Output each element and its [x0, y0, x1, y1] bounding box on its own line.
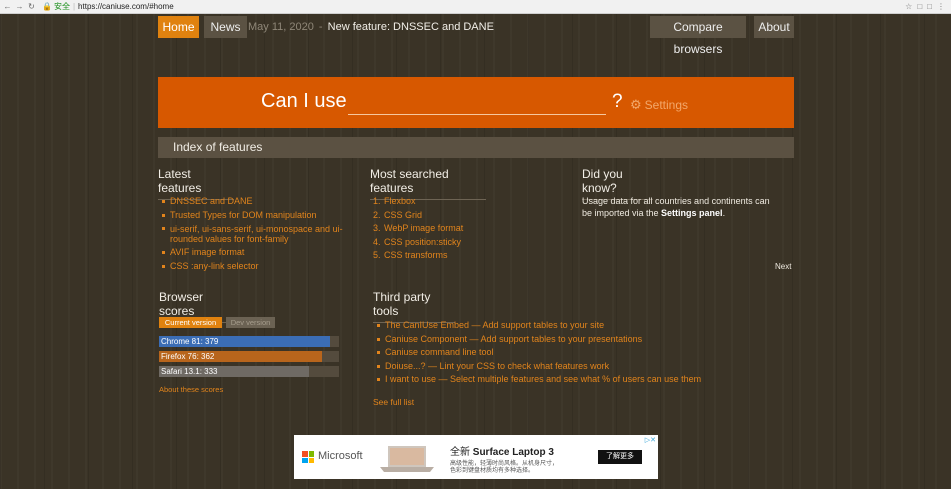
most-searched-list: 1. Flexbox 2. CSS Grid 3. WebP image format… [373, 195, 573, 263]
feature-link[interactable]: Trusted Types for DOM manipulation [170, 210, 317, 220]
list-item[interactable]: Caniuse Component — Add support tables t… [375, 333, 705, 347]
feature-link[interactable]: CSS Grid [384, 210, 422, 220]
gear-icon: ⚙ [630, 97, 642, 112]
score-bar-firefox[interactable]: Firefox 76: 362 [159, 351, 339, 362]
url-separator: | [72, 2, 76, 11]
feature-link[interactable]: CSS position:sticky [384, 237, 461, 247]
extension-icon[interactable]: □ [927, 2, 932, 11]
about-scores-link[interactable]: About these scores [159, 385, 223, 394]
feature-link[interactable]: WebP image format [384, 223, 463, 233]
lock-icon: 🔒 [42, 2, 52, 11]
search-label: Can I use [261, 90, 347, 112]
feature-link[interactable]: Flexbox [384, 196, 416, 206]
score-bar-chrome[interactable]: Chrome 81: 379 [159, 336, 339, 347]
did-you-know-text: Usage data for all countries and contine… [582, 195, 782, 219]
ad-learn-more-button[interactable]: 了解更多 [598, 450, 642, 464]
rank-number: 3. [373, 223, 381, 233]
tool-link[interactable]: Caniuse command line tool [385, 347, 494, 357]
list-item[interactable]: 5. CSS transforms [373, 249, 573, 263]
bookmark-star-icon[interactable]: ☆ [905, 2, 912, 11]
nav-compare-browsers-button[interactable]: Compare browsers [650, 16, 746, 56]
nav-about-button[interactable]: About [754, 16, 794, 38]
dyk-text-after: . [722, 208, 726, 218]
reload-icon[interactable]: ↻ [27, 2, 36, 11]
list-item[interactable]: ui-serif, ui-sans-serif, ui-monospace an… [160, 222, 358, 246]
back-icon[interactable]: ← [3, 2, 12, 11]
tool-link[interactable]: Doiuse...? — Lint your CSS to check what… [385, 361, 609, 371]
rank-number: 1. [373, 196, 381, 206]
forward-icon[interactable]: → [15, 2, 24, 11]
score-bar-safari[interactable]: Safari 13.1: 333 [159, 366, 339, 377]
laptop-image-icon [380, 446, 434, 472]
next-tip-button[interactable]: Next [775, 262, 791, 271]
list-item[interactable]: 4. CSS position:sticky [373, 236, 573, 250]
news-headline[interactable]: New feature: DNSSEC and DANE [328, 21, 494, 33]
feature-link[interactable]: CSS :any-link selector [170, 261, 259, 271]
tab-dev-version[interactable]: Dev version [226, 317, 275, 328]
adchoices-icon[interactable]: ▷✕ [645, 436, 656, 444]
latest-features-list: DNSSEC and DANE Trusted Types for DOM ma… [160, 195, 358, 273]
news-separator: - [318, 21, 323, 33]
index-of-features-bar[interactable]: Index of features [158, 137, 794, 158]
list-item[interactable]: Doiuse...? — Lint your CSS to check what… [375, 360, 705, 374]
ad-description-line: 色彩到键盘材质均有多种选择。 [450, 468, 535, 474]
nav-news-button[interactable]: News [204, 16, 247, 38]
feature-link[interactable]: CSS transforms [384, 250, 448, 260]
rank-number: 5. [373, 250, 381, 260]
score-label: Firefox 76: 362 [161, 352, 215, 361]
menu-icon[interactable]: ⋮ [937, 2, 945, 11]
browser-address-bar: ← → ↻ 🔒 安全 | https://caniuse.com/#home ☆… [0, 0, 951, 14]
settings-button[interactable]: ⚙ Settings [630, 97, 688, 113]
search-panel: Can I use ? ⚙ Settings [158, 77, 794, 128]
list-item[interactable]: I want to use — Select multiple features… [375, 373, 705, 387]
microsoft-logo-icon [302, 451, 314, 463]
list-item[interactable]: The CanIUse Embed — Add support tables t… [375, 319, 705, 333]
advertisement-banner[interactable]: Microsoft 全新 Surface Laptop 3 高级性能，轻薄时尚风… [294, 435, 658, 479]
feature-search-input[interactable] [348, 90, 606, 115]
tab-current-version[interactable]: Current version [159, 317, 222, 328]
nav-home-button[interactable]: Home [158, 16, 199, 38]
ad-brand: Microsoft [318, 450, 363, 462]
score-label: Chrome 81: 379 [161, 337, 219, 346]
ad-headline-pre: 全新 [450, 447, 473, 458]
list-item[interactable]: 1. Flexbox [373, 195, 573, 209]
list-item[interactable]: 3. WebP image format [373, 222, 573, 236]
news-ticker[interactable]: May 11, 2020 - New feature: DNSSEC and D… [248, 16, 494, 38]
feature-link[interactable]: ui-serif, ui-sans-serif, ui-monospace an… [170, 224, 343, 244]
extension-icon[interactable]: □ [917, 2, 922, 11]
tool-link[interactable]: Caniuse Component — Add support tables t… [385, 334, 642, 344]
feature-link[interactable]: AVIF image format [170, 247, 244, 257]
ad-product-name: Surface Laptop 3 [472, 447, 554, 458]
list-item[interactable]: DNSSEC and DANE [160, 195, 358, 209]
rank-number: 2. [373, 209, 381, 220]
tool-link[interactable]: I want to use — Select multiple features… [385, 374, 701, 384]
news-date: May 11, 2020 [248, 21, 314, 33]
tool-link[interactable]: The CanIUse Embed — Add support tables t… [385, 320, 604, 330]
feature-link[interactable]: DNSSEC and DANE [170, 196, 253, 206]
search-question-mark: ? [612, 91, 623, 112]
see-full-list-link[interactable]: See full list [373, 397, 414, 407]
third-party-tools-list: The CanIUse Embed — Add support tables t… [375, 319, 705, 387]
secure-label: 安全 [53, 2, 70, 11]
list-item[interactable]: Trusted Types for DOM manipulation [160, 209, 358, 223]
list-item[interactable]: AVIF image format [160, 246, 358, 260]
url-field[interactable]: https://caniuse.com/#home [78, 2, 174, 11]
list-item[interactable]: Caniuse command line tool [375, 346, 705, 360]
settings-panel-text: Settings panel [661, 208, 723, 218]
ad-headline: 全新 Surface Laptop 3 [450, 443, 554, 458]
settings-label: Settings [644, 98, 689, 112]
list-item[interactable]: CSS :any-link selector [160, 260, 358, 274]
score-label: Safari 13.1: 333 [161, 367, 218, 376]
top-navigation: Home News May 11, 2020 - New feature: DN… [158, 16, 794, 56]
rank-number: 4. [373, 236, 381, 247]
list-item[interactable]: 2. CSS Grid [373, 209, 573, 223]
